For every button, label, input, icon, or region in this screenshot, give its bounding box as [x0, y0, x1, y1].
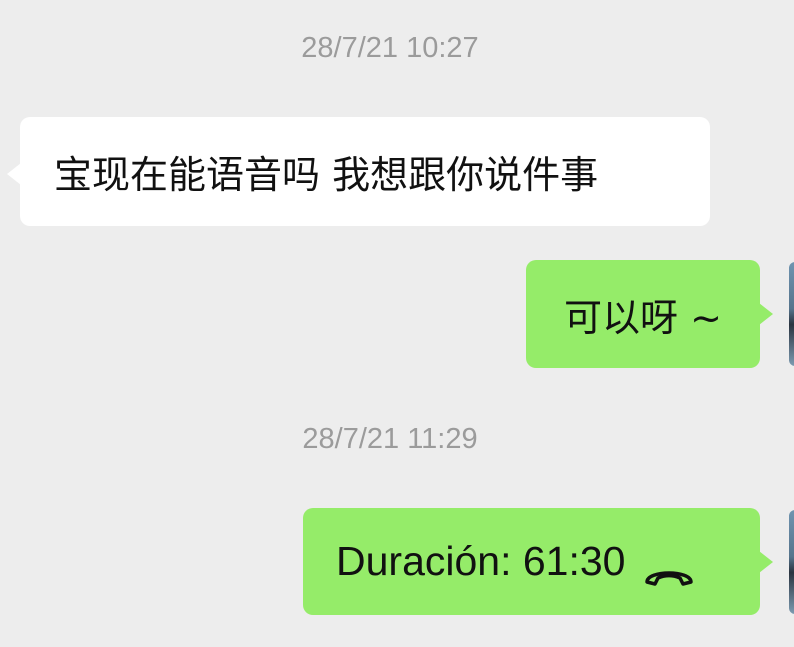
message-text: 可以呀 ~ — [564, 295, 722, 340]
avatar[interactable] — [789, 510, 794, 614]
outgoing-message-bubble[interactable]: 可以呀 ~ — [526, 260, 773, 368]
avatar[interactable] — [789, 262, 794, 366]
voice-call-record-bubble[interactable]: Duración: 61:30 — [303, 508, 773, 615]
call-duration-text: Duración: 61:30 — [336, 538, 626, 584]
incoming-message-bubble[interactable]: 宝现在能语音吗 我想跟你说件事 — [7, 117, 710, 226]
timestamp: 28/7/21 10:27 — [301, 32, 479, 64]
phone-hangup-icon — [643, 551, 695, 586]
message-text: 宝现在能语音吗 我想跟你说件事 — [54, 153, 599, 197]
timestamp: 28/7/21 11:29 — [302, 423, 478, 455]
